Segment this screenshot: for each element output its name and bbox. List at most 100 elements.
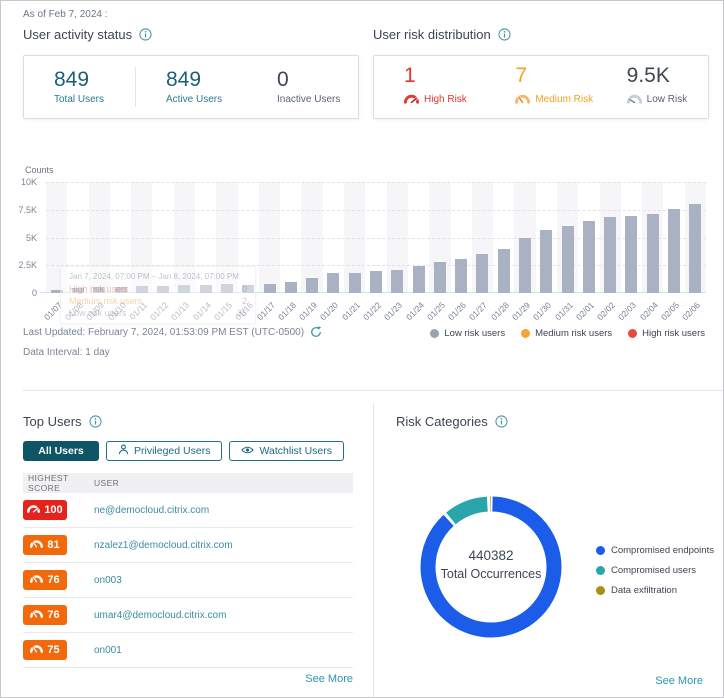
bar-01/27[interactable] [476,254,488,293]
stat-high-risk: 1High Risk [374,65,485,108]
legend-item-medium-risk-users[interactable]: Medium risk users [521,328,612,339]
legend-label: High risk users [642,328,705,339]
gauge-icon [27,504,40,513]
bar-02/02[interactable] [604,217,616,293]
user-activity-title: User activity status [23,27,132,42]
stat-label: Active Users [166,94,222,105]
user-link[interactable]: ne@democloud.citrix.com [94,505,209,516]
stat-value: 849 [166,69,247,91]
risk-score-badge: 81 [23,535,67,555]
legend-item-low-risk-users[interactable]: Low risk users [430,328,505,339]
user-link[interactable]: on001 [94,645,122,656]
table-row[interactable]: 76umar4@democloud.citrix.com [23,598,353,633]
donut-legend-item-compromised-users[interactable]: Compromised users [596,565,714,576]
info-icon-glyph [139,28,152,41]
chart-tooltip: Jan 7, 2024, 07:00 PM – Jan 8, 2024, 07:… [60,266,256,324]
bar-02/04[interactable] [647,214,659,293]
bar-02/05[interactable] [668,209,680,293]
table-row[interactable]: 100 ne@democloud.citrix.com [23,493,353,528]
tooltip-title: Jan 7, 2024, 07:00 PM – Jan 8, 2024, 07:… [69,272,247,281]
risk-score-badge: 75 [23,640,67,660]
bar-01/17[interactable] [264,284,276,293]
table-row[interactable]: 75 on001 [23,633,353,668]
table-row[interactable]: 76on003 [23,563,353,598]
risk-categories-heading: Risk Categories [396,414,508,429]
tab-privileged-users[interactable]: Privileged Users [106,441,222,461]
bar-01/22[interactable] [370,271,382,293]
bar-01/28[interactable] [498,249,510,293]
bar-01/30[interactable] [540,230,552,293]
bar-01/18[interactable] [285,282,297,293]
gauge-icon [30,644,43,656]
users-table-body: 100 ne@democloud.citrix.com 81 nzalez1@demo… [23,493,353,668]
bar-01/31[interactable] [562,226,574,293]
donut-legend-item-compromised-endpoints[interactable]: Compromised endpoints [596,545,714,556]
bar-01/29[interactable] [519,238,531,293]
table-row[interactable]: 81 nzalez1@democloud.citrix.com [23,528,353,563]
stat-low-risk: 9.5KLow Risk [597,65,708,108]
stat-total-users: 849Total Users [24,69,135,105]
y-tick-2.5K: 2.5K [18,260,37,270]
y-axis-ticks: 02.5K5K7.5K10K [1,182,39,293]
stat-active-users: 849 Active Users [136,69,247,105]
refresh-icon[interactable] [310,326,322,338]
info-icon-glyph [498,28,511,41]
eye-icon [241,445,254,458]
tab-watchlist-users[interactable]: Watchlist Users [229,441,344,461]
user-risk-card: 1High Risk7Medium Risk9.5KLow Risk [373,55,709,119]
tab-all-users[interactable]: All Users [23,441,99,461]
gauge-icon [30,609,43,621]
tab-label: All Users [38,445,84,457]
info-icon[interactable] [495,415,508,428]
stat-label: Total Users [54,94,104,105]
bar-01/25[interactable] [434,262,446,293]
gauge-icon [27,504,40,516]
eye-icon [241,445,254,455]
info-icon[interactable] [139,28,152,41]
donut-legend: Compromised endpoints Compromised users Da… [596,545,714,605]
donut-legend-item-data-exfiltration[interactable]: Data exfiltration [596,585,714,596]
user-risk-heading: User risk distribution [373,27,511,42]
vertical-divider [373,403,374,697]
bar-chart-plot: Jan 7, 2024, 07:00 PM – Jan 8, 2024, 07:… [46,182,706,293]
see-more-risk-link[interactable]: See More [655,675,703,687]
bar-02/03[interactable] [625,216,637,293]
see-more-users-link[interactable]: See More [305,673,353,685]
stat-label: Medium Risk [535,94,593,105]
legend-dot [430,329,439,338]
user-link[interactable]: nzalez1@democloud.citrix.com [94,540,233,551]
stat-label: Inactive Users [277,94,340,105]
legend-item-high-risk-users[interactable]: High risk users [628,328,705,339]
legend-dot [521,329,530,338]
bar-02/06[interactable] [689,204,701,293]
user-risk-title: User risk distribution [373,27,491,42]
info-icon[interactable] [89,415,102,428]
info-icon[interactable] [498,28,511,41]
analytics-dashboard: As of Feb 7, 2024 : User activity status… [0,0,724,698]
gauge-medium-icon [515,91,530,109]
score-value: 100 [44,504,62,516]
gauge-icon [30,539,43,551]
bar-01/23[interactable] [391,270,403,293]
top-users-tabs: All Users Privileged Users Watchlist Users [23,441,344,461]
top-users-heading: Top Users [23,414,102,429]
user-link[interactable]: on003 [94,575,122,586]
y-tick-7.5K: 7.5K [18,205,37,215]
chart-legend: Low risk users Medium risk users High risk… [430,328,705,339]
bar-01/21[interactable] [349,273,361,293]
bar-01/19[interactable] [306,278,318,293]
bar-01/26[interactable] [455,259,467,293]
bar-01/24[interactable] [413,266,425,293]
data-interval: Data Interval: 1 day [23,347,110,358]
score-value: 81 [47,539,59,551]
user-link[interactable]: umar4@democloud.citrix.com [94,610,226,621]
bar-02/01[interactable] [583,221,595,293]
total-occurrences-label: Total Occurrences [416,567,566,581]
tooltip-row: Medium risk users2 [69,296,247,306]
total-occurrences-value: 440382 [416,548,566,563]
person-icon [118,444,129,455]
tooltip-row: Low risk users35 [69,308,247,318]
gauge-high-icon [404,91,419,109]
legend-dot [628,329,637,338]
bar-01/20[interactable] [327,273,339,293]
